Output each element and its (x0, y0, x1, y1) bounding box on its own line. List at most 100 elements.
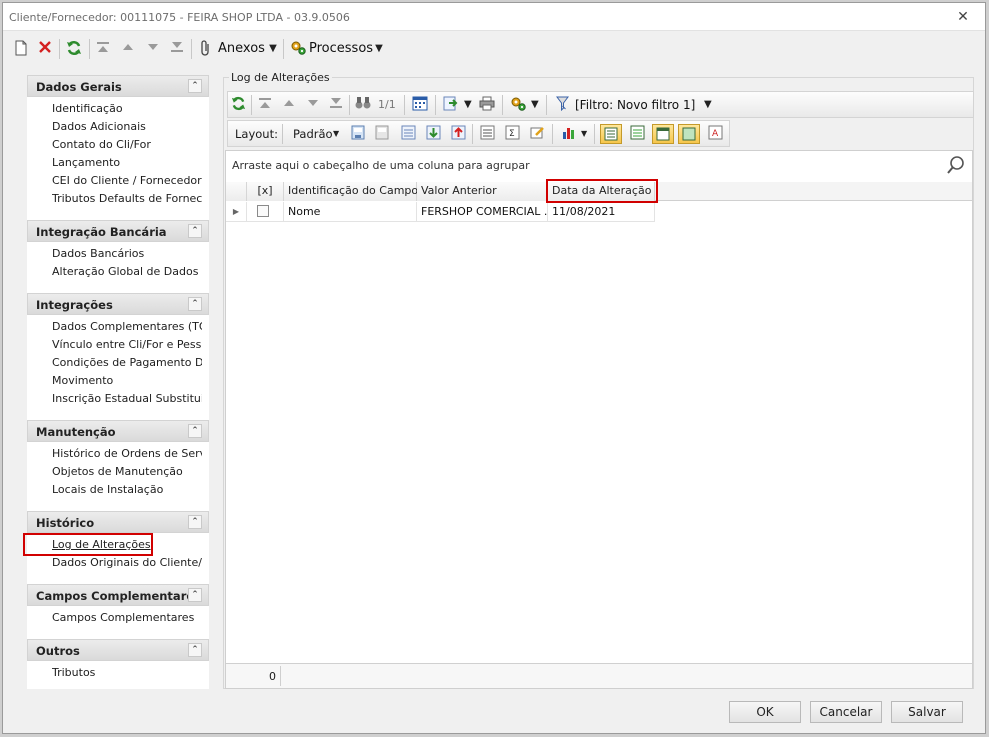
row-pointer-icon[interactable]: ▶ (226, 202, 247, 222)
column-header-campo[interactable]: Identificação do Campo (284, 182, 418, 201)
table-row-checkbox-cell[interactable] (247, 202, 284, 222)
calendar-icon[interactable] (411, 96, 429, 114)
gears-icon[interactable] (289, 40, 307, 58)
sidebar-item[interactable]: Lançamento (52, 155, 202, 171)
sidebar: Dados Gerais ⌃ Identificação Dados Adiciona… (27, 75, 209, 689)
sidebar-section-header[interactable]: Integrações ⌃ (27, 293, 209, 315)
table-cell-valor-anterior[interactable]: FERSHOP COMERCIAL ... (417, 202, 548, 222)
table-cell-data[interactable]: 11/08/2021 (548, 202, 655, 222)
prev-record-icon[interactable] (120, 40, 136, 58)
anexos-dropdown-chevron-icon[interactable]: ▼ (268, 40, 278, 58)
window-title: Cliente/Fornecedor: 00111075 - FEIRA SHO… (9, 11, 350, 24)
save-layout-icon[interactable] (349, 125, 367, 143)
sidebar-section-header[interactable]: Integração Bancária ⌃ (27, 220, 209, 242)
sidebar-item[interactable]: Tributos (52, 665, 202, 681)
highlight-box-log-alteracoes (23, 533, 153, 556)
collapse-chevron-up-icon[interactable]: ⌃ (188, 515, 202, 529)
panel-title: Log de Alterações (229, 71, 332, 84)
collapse-chevron-up-icon[interactable]: ⌃ (188, 588, 202, 602)
pager-label: 1/1 (378, 98, 396, 111)
grid-gears-icon[interactable] (509, 96, 527, 114)
collapse-chevron-up-icon[interactable]: ⌃ (188, 297, 202, 311)
sidebar-item[interactable]: Inscrição Estadual Substituiç... (52, 391, 202, 407)
columns-icon[interactable] (478, 125, 496, 143)
export-layout-icon[interactable] (449, 125, 467, 143)
new-icon[interactable] (13, 40, 29, 58)
view-toggle-3-button[interactable] (652, 124, 674, 144)
filter-label[interactable]: [Filtro: Novo filtro 1] (575, 96, 695, 114)
delete-layout-icon[interactable] (373, 125, 391, 143)
sidebar-item[interactable]: Condições de Pagamento De... (52, 355, 202, 371)
sidebar-item[interactable]: Tributos Defaults de Fornec... (52, 191, 202, 207)
grid-first-icon[interactable] (257, 96, 273, 114)
sidebar-item[interactable]: Movimento (52, 373, 202, 389)
grid-last-icon[interactable] (328, 96, 344, 114)
view-toggle-2-icon[interactable] (628, 125, 646, 143)
layout-dropdown-chevron-icon[interactable]: ▼ (333, 125, 339, 143)
printer-icon[interactable] (478, 96, 496, 114)
chart-icon[interactable] (560, 125, 578, 143)
column-header-valor-anterior[interactable]: Valor Anterior (417, 182, 548, 201)
filter-dropdown-chevron-icon[interactable]: ▼ (704, 96, 712, 114)
sidebar-item[interactable]: Dados Bancários (52, 246, 202, 262)
paperclip-icon[interactable] (198, 40, 214, 58)
filter-icon[interactable] (553, 96, 571, 114)
table-cell-campo[interactable]: Nome (284, 202, 417, 222)
collapse-chevron-up-icon[interactable]: ⌃ (188, 643, 202, 657)
grid-prev-icon[interactable] (281, 96, 297, 114)
processos-button[interactable]: Processos (309, 40, 373, 58)
import-layout-icon[interactable] (424, 125, 442, 143)
row-indicator-header (226, 182, 247, 201)
grid-refresh-icon[interactable] (230, 96, 246, 114)
salvar-button[interactable]: Salvar (891, 701, 963, 723)
sidebar-section-header[interactable]: Histórico ⌃ (27, 511, 209, 533)
close-icon[interactable]: ✕ (955, 9, 971, 25)
processos-dropdown-chevron-icon[interactable]: ▼ (374, 40, 384, 58)
binoculars-icon[interactable] (354, 96, 372, 114)
collapse-chevron-up-icon[interactable]: ⌃ (188, 224, 202, 238)
view-toggle-1-button[interactable] (600, 124, 622, 144)
collapse-chevron-up-icon[interactable]: ⌃ (188, 79, 202, 93)
sidebar-item[interactable]: Histórico de Ordens de Servi... (52, 446, 202, 462)
sidebar-item[interactable]: Dados Complementares (TO... (52, 319, 202, 335)
edit-icon[interactable] (528, 125, 546, 143)
chart-dropdown-chevron-icon[interactable]: ▼ (581, 125, 587, 143)
sidebar-item[interactable]: Locais de Instalação (52, 482, 202, 498)
layout-value[interactable]: Padrão (293, 125, 333, 143)
sidebar-section-header[interactable]: Dados Gerais ⌃ (27, 75, 209, 97)
view-toggle-4-button[interactable] (678, 124, 700, 144)
export-dropdown-chevron-icon[interactable]: ▼ (464, 96, 472, 114)
export-icon[interactable] (442, 96, 460, 114)
cancelar-button[interactable]: Cancelar (810, 701, 882, 723)
grid-toolbar: 1/1 ▼ ▼ [Filtro: Novo filtro 1] ▼ (227, 91, 974, 118)
sidebar-item[interactable]: Contato do Cli/For (52, 137, 202, 153)
grid-gears-dropdown-chevron-icon[interactable]: ▼ (531, 96, 539, 114)
sidebar-item[interactable]: Identificação (52, 101, 202, 117)
sheet-icon[interactable] (399, 125, 417, 143)
last-record-icon[interactable] (169, 40, 185, 58)
sidebar-item[interactable]: Vínculo entre Cli/For e Pessoa (52, 337, 202, 353)
sidebar-item[interactable]: Dados Originais do Cliente/F... (52, 555, 202, 571)
sidebar-section-header[interactable]: Campos Complementares ⌃ (27, 584, 209, 606)
sidebar-item[interactable]: CEI do Cliente / Fornecedor (52, 173, 202, 189)
refresh-icon[interactable] (65, 40, 83, 58)
sidebar-section-header[interactable]: Manutenção ⌃ (27, 420, 209, 442)
sidebar-item[interactable]: Alteração Global de Dados B... (52, 264, 202, 280)
delete-icon[interactable] (37, 40, 53, 58)
first-record-icon[interactable] (95, 40, 111, 58)
font-icon[interactable]: A (706, 125, 724, 143)
search-icon[interactable] (946, 155, 966, 175)
sidebar-item[interactable]: Dados Adicionais (52, 119, 202, 135)
ok-button[interactable]: OK (729, 701, 801, 723)
column-header-select[interactable]: [x] (247, 182, 284, 201)
collapse-chevron-up-icon[interactable]: ⌃ (188, 424, 202, 438)
next-record-icon[interactable] (145, 40, 161, 58)
grid-next-icon[interactable] (305, 96, 321, 114)
highlight-box-data-alteracao (546, 179, 658, 203)
sidebar-item[interactable]: Campos Complementares (52, 610, 202, 626)
sidebar-item[interactable]: Objetos de Manutenção (52, 464, 202, 480)
sidebar-section-header[interactable]: Outros ⌃ (27, 639, 209, 661)
row-checkbox[interactable] (257, 205, 269, 217)
anexos-button[interactable]: Anexos (218, 40, 265, 58)
sum-icon[interactable]: Σ (503, 125, 521, 143)
